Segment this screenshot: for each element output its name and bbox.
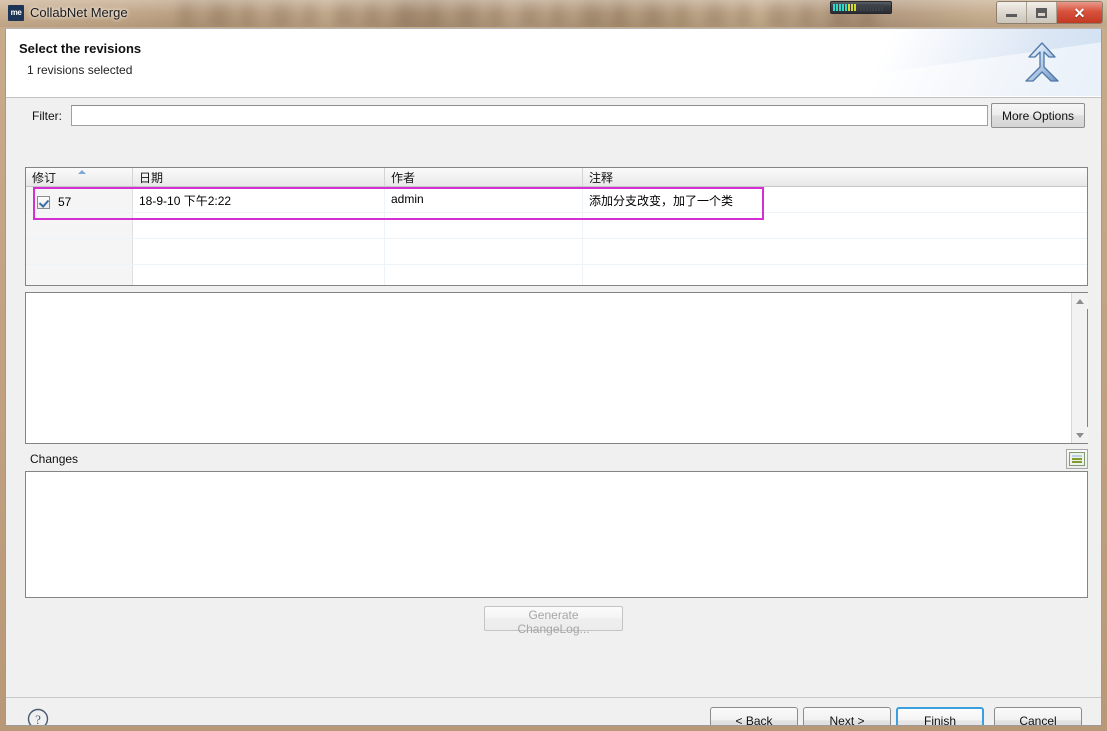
minimize-icon [1006, 14, 1017, 17]
date-cell [133, 213, 385, 238]
changes-section-header: Changes [25, 449, 1088, 471]
row-checkbox[interactable] [37, 195, 50, 209]
chevron-down-icon [1076, 432, 1084, 438]
filter-label: Filter: [32, 109, 62, 123]
revision-cell [26, 265, 133, 285]
wizard-header: Select the revisions 1 revisions selecte… [6, 29, 1101, 98]
page-subtitle: 1 revisions selected [27, 63, 133, 77]
author-cell: admin [385, 187, 583, 212]
revision-cell [26, 213, 133, 238]
changes-label: Changes [30, 452, 79, 466]
revisions-table[interactable]: 修订 日期 作者 注释 57 18-9-10 下午2:22 admin 添加分支… [25, 167, 1088, 286]
table-row[interactable] [26, 213, 1087, 239]
date-cell [133, 265, 385, 285]
window-title: CollabNet Merge [30, 5, 128, 20]
comment-cell: 添加分支改变，加了一个类 [589, 194, 734, 208]
filter-input[interactable] [71, 105, 988, 126]
maximize-button[interactable] [1027, 2, 1057, 23]
maximize-icon [1036, 7, 1047, 18]
scroll-down-button[interactable] [1072, 427, 1088, 443]
log-panel-scrollbar[interactable] [1071, 293, 1088, 443]
table-layout-icon-button[interactable] [1066, 449, 1088, 469]
revision-cell[interactable]: 57 [26, 187, 133, 212]
date-cell [133, 239, 385, 264]
changes-content [26, 472, 1087, 480]
title-bar[interactable]: me CollabNet Merge ✕ [0, 0, 1107, 27]
comment-cell [583, 213, 1087, 238]
chevron-up-icon [1076, 298, 1084, 304]
revision-cell [26, 239, 133, 264]
column-header-author[interactable]: 作者 [385, 168, 583, 186]
changes-panel[interactable] [25, 471, 1088, 598]
footer-separator [6, 697, 1101, 698]
application-window: me CollabNet Merge ✕ Select the revision… [0, 0, 1107, 731]
more-options-button[interactable]: More Options [991, 103, 1085, 128]
comment-cell [583, 239, 1087, 264]
column-header-date[interactable]: 日期 [133, 168, 385, 186]
svg-text:?: ? [35, 712, 41, 726]
author-cell [385, 213, 583, 238]
title-bar-background-blur [180, 0, 880, 27]
page-title: Select the revisions [19, 41, 142, 56]
date-cell: 18-9-10 下午2:22 [133, 187, 385, 212]
log-message-panel[interactable] [25, 292, 1088, 444]
table-row[interactable] [26, 239, 1087, 265]
generate-changelog-button[interactable]: Generate ChangeLog... [484, 606, 623, 636]
window-controls: ✕ [996, 1, 1103, 24]
finish-button[interactable]: Finish [896, 707, 984, 725]
author-cell [385, 239, 583, 264]
close-icon: ✕ [1073, 4, 1086, 21]
table-row[interactable]: 57 18-9-10 下午2:22 admin 添加分支改变，加了一个类 [26, 187, 1087, 213]
filter-row: Filter: More Options [6, 97, 1101, 134]
table-row[interactable] [26, 265, 1087, 285]
help-question-icon[interactable]: ? [26, 707, 50, 726]
column-header-comment[interactable]: 注释 [583, 168, 1087, 186]
revisions-table-header: 修订 日期 作者 注释 [26, 168, 1087, 187]
comment-cell [583, 265, 1087, 285]
close-button[interactable]: ✕ [1057, 2, 1102, 23]
app-icon: me [8, 5, 24, 21]
author-cell [385, 265, 583, 285]
scroll-up-button[interactable] [1072, 293, 1088, 309]
dialog-client-area: Select the revisions 1 revisions selecte… [5, 28, 1102, 726]
merge-arrow-icon [1025, 42, 1059, 82]
table-layout-icon [1069, 452, 1085, 466]
revision-number: 57 [58, 195, 72, 209]
back-button[interactable]: < Back [710, 707, 798, 725]
cancel-button[interactable]: Cancel [994, 707, 1082, 725]
sort-ascending-icon [78, 170, 86, 174]
next-button[interactable]: Next > [803, 707, 891, 725]
level-meter-widget [830, 1, 892, 14]
minimize-button[interactable] [997, 2, 1027, 23]
